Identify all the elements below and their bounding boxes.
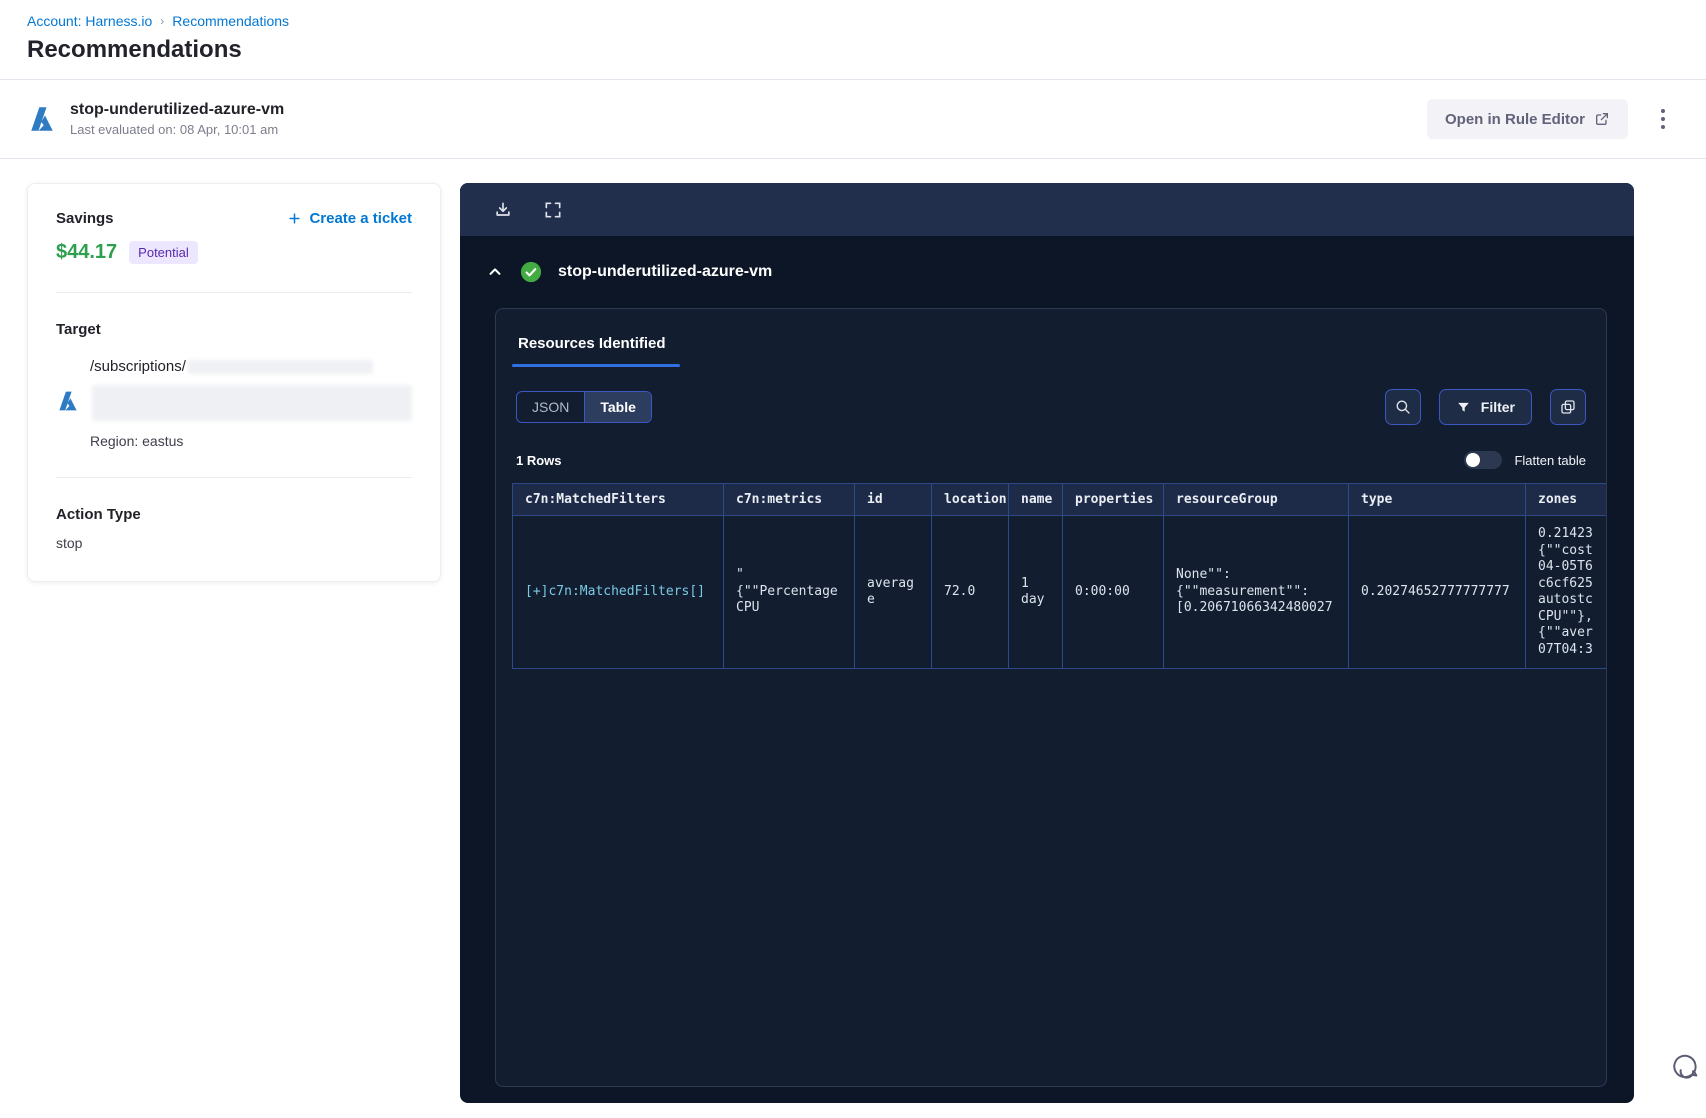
- divider: [56, 477, 412, 478]
- copy-icon: [1561, 400, 1575, 414]
- filter-icon: [1457, 402, 1469, 412]
- create-ticket-button[interactable]: Create a ticket: [287, 210, 412, 227]
- open-rule-editor-label: Open in Rule Editor: [1444, 110, 1585, 128]
- flatten-table-label: Flatten table: [1514, 452, 1586, 468]
- resources-identified-panel: Resources Identified JSON Table Filter 1…: [495, 308, 1607, 1087]
- results-table: c7n:MatchedFilters c7n:metrics id locati…: [512, 483, 1606, 669]
- azure-logo-icon: [31, 107, 53, 131]
- cell-name: 1 day: [1008, 515, 1063, 669]
- kebab-menu-icon[interactable]: [1650, 99, 1676, 139]
- view-toggle-json[interactable]: JSON: [517, 392, 586, 422]
- col-header-type: type: [1348, 483, 1526, 516]
- col-header-id: id: [854, 483, 932, 516]
- breadcrumb: Account: Harness.io › Recommendations: [0, 0, 1706, 29]
- cell-metrics: " {""Percentage CPU: [723, 515, 855, 669]
- cell-resource-group: None"": {""measurement"": [0.20671066342…: [1163, 515, 1349, 669]
- redacted-resource-path: [92, 385, 412, 421]
- cell-type: 0.20274652777777777: [1348, 515, 1526, 669]
- plus-icon: [289, 213, 301, 224]
- cell-id: average: [854, 515, 932, 669]
- search-button[interactable]: [1384, 389, 1421, 425]
- chevron-up-icon[interactable]: [486, 263, 504, 281]
- main-content: Savings Create a ticket $44.17 Potential…: [0, 159, 1706, 1103]
- chat-bubble-icon[interactable]: [1670, 1052, 1700, 1082]
- cell-matched-filters-expander[interactable]: [+]c7n:MatchedFilters[]: [512, 515, 724, 669]
- create-ticket-label: Create a ticket: [309, 210, 412, 227]
- rule-name: stop-underutilized-azure-vm: [70, 101, 285, 118]
- azure-logo-icon: [59, 391, 77, 411]
- target-region: Region: eastus: [90, 433, 184, 449]
- cell-zones: 0.21423 {""cost 04-05T6 c6cf625 autostc …: [1525, 515, 1606, 669]
- action-type-label: Action Type: [56, 506, 141, 523]
- col-header-matched-filters: c7n:MatchedFilters: [512, 483, 724, 516]
- col-header-properties: properties: [1062, 483, 1164, 516]
- action-type-value: stop: [56, 535, 83, 551]
- rule-result-title: stop-underutilized-azure-vm: [558, 263, 773, 280]
- col-header-location: location: [931, 483, 1009, 516]
- fullscreen-icon[interactable]: [543, 200, 563, 220]
- rows-count: 1 Rows: [516, 452, 562, 468]
- recommendation-summary-card: Savings Create a ticket $44.17 Potential…: [27, 183, 441, 582]
- breadcrumb-recommendations-link[interactable]: Recommendations: [172, 13, 289, 29]
- cell-location: 72.0: [931, 515, 1009, 669]
- rule-last-evaluated: Last evaluated on: 08 Apr, 10:01 am: [70, 122, 279, 137]
- search-icon: [1396, 400, 1410, 414]
- flatten-table-toggle[interactable]: [1464, 451, 1503, 469]
- savings-amount: $44.17: [56, 241, 118, 263]
- redacted-subscription-id: [187, 359, 373, 374]
- savings-label: Savings: [56, 210, 114, 227]
- download-icon[interactable]: [493, 200, 513, 220]
- savings-potential-badge: Potential: [129, 241, 198, 264]
- breadcrumb-separator-icon: ›: [160, 14, 165, 28]
- col-header-zones: zones: [1525, 483, 1606, 516]
- external-link-icon: [1596, 113, 1608, 125]
- table-header-row: c7n:MatchedFilters c7n:metrics id locati…: [512, 483, 1606, 516]
- filter-button-label: Filter: [1480, 399, 1515, 415]
- open-rule-editor-button[interactable]: Open in Rule Editor: [1426, 99, 1628, 139]
- col-header-name: name: [1008, 483, 1063, 516]
- target-path: /subscriptions/: [90, 358, 186, 375]
- col-header-resource-group: resourceGroup: [1163, 483, 1349, 516]
- rule-result-header: stop-underutilized-azure-vm: [460, 236, 1634, 283]
- rule-header-meta: stop-underutilized-azure-vm Last evaluat…: [70, 101, 1427, 137]
- copy-button[interactable]: [1550, 389, 1586, 425]
- table-row: [+]c7n:MatchedFilters[] " {""Percentage …: [512, 515, 1606, 669]
- filter-button[interactable]: Filter: [1438, 389, 1532, 425]
- rule-output-panel: stop-underutilized-azure-vm Resources Id…: [460, 183, 1634, 1103]
- view-mode-toggle: JSON Table: [516, 391, 652, 423]
- active-tab-underline: [512, 364, 680, 367]
- breadcrumb-account-link[interactable]: Account: Harness.io: [27, 13, 152, 29]
- page-title: Recommendations: [27, 36, 242, 63]
- view-toggle-table[interactable]: Table: [585, 392, 651, 422]
- tab-resources-identified[interactable]: Resources Identified: [516, 333, 668, 364]
- rule-header-card: stop-underutilized-azure-vm Last evaluat…: [0, 79, 1706, 159]
- cell-properties: 0:00:00: [1062, 515, 1164, 669]
- success-check-icon: [520, 261, 542, 283]
- divider: [56, 292, 412, 293]
- col-header-metrics: c7n:metrics: [723, 483, 855, 516]
- results-table-container[interactable]: c7n:MatchedFilters c7n:metrics id locati…: [512, 483, 1606, 669]
- target-label: Target: [56, 321, 101, 338]
- output-panel-toolbar: [460, 183, 1634, 236]
